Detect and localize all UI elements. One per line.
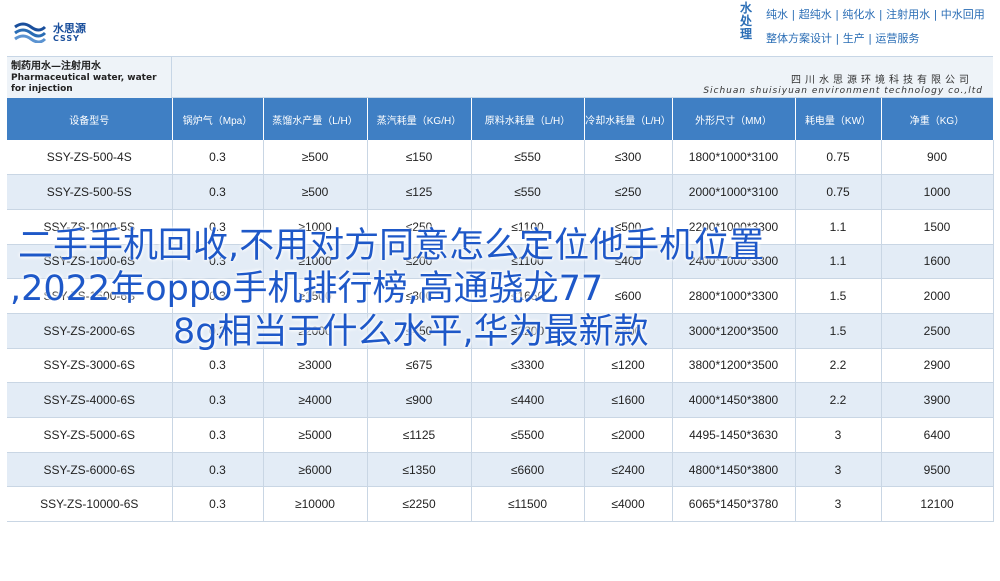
overlay-headline[interactable]: 二手手机回收,不用对方同意怎么定位他手机位置 ,2022年oppo手机排行榜,高… — [10, 225, 990, 354]
services-list: 整体方案设计 | 生产 | 运营服务 — [766, 32, 920, 45]
table-cell: 12100 — [881, 486, 994, 523]
table-cell: ≤550 — [471, 174, 585, 210]
table-cell: ≥5000 — [263, 417, 368, 453]
table-row: SSY-ZS-10000-6S 0.3 ≥10000 ≤2250 ≤11500 ≤4000… — [7, 486, 994, 523]
table-cell: ≤300 — [584, 140, 673, 176]
table-row: SSY-ZS-6000-6S 0.3 ≥6000 ≤1350 ≤6600 ≤2400 480… — [7, 452, 994, 488]
logo-english-name: CSSY — [53, 34, 80, 43]
table-cell: 0.3 — [172, 140, 264, 176]
table-cell: 0.3 — [172, 452, 264, 488]
headline-line-1: 二手手机回收,不用对方同意怎么定位他手机位置 — [18, 226, 765, 266]
table-cell: 0.3 — [172, 486, 264, 523]
table-cell: ≤125 — [367, 174, 472, 210]
column-header: 耗电量（KW） — [795, 98, 882, 140]
column-header: 锅炉气（Mpa） — [172, 98, 264, 140]
company-logo[interactable]: 水思源 CSSY — [13, 17, 93, 47]
company-name-english: Sichuan shuisiyuan environment technolog… — [703, 86, 983, 96]
table-cell: ≤2250 — [367, 486, 472, 523]
table-title: 制药用水—注射用水 Pharmaceutical water, water fo… — [7, 57, 172, 99]
table-row: SSY-ZS-4000-6S 0.3 ≥4000 ≤900 ≤4400 ≤1600 4000… — [7, 382, 994, 418]
water-products-banner: 水处理 纯水 | 超纯水 | 纯化水 | 注射用水 | 中水回用 整体方案设计 … — [740, 1, 985, 52]
table-cell: 0.75 — [795, 140, 882, 176]
table-cell: SSY-ZS-500-5S — [7, 174, 173, 210]
table-title-band: 制药用水—注射用水 Pharmaceutical water, water fo… — [7, 56, 993, 99]
table-cell: 3 — [795, 486, 882, 523]
water-products-list: 纯水 | 超纯水 | 纯化水 | 注射用水 | 中水回用 — [766, 8, 985, 21]
table-cell: 6400 — [881, 417, 994, 453]
table-cell: ≤150 — [367, 140, 472, 176]
table-cell: SSY-ZS-10000-6S — [7, 486, 173, 523]
table-cell: ≤250 — [584, 174, 673, 210]
table-cell: ≤4400 — [471, 382, 585, 418]
table-row: SSY-ZS-500-4S 0.3 ≥500 ≤150 ≤550 ≤300 1800*100… — [7, 140, 994, 176]
table-cell: ≤2400 — [584, 452, 673, 488]
column-header: 净重（KG） — [881, 98, 994, 140]
table-cell: 2000*1000*3100 — [672, 174, 796, 210]
table-title-english: Pharmaceutical water, water for injectio… — [11, 73, 157, 94]
table-header-row: 设备型号 锅炉气（Mpa） 蒸馏水产量（L/H） 蒸汽耗量（KG/H） 原料水耗… — [7, 98, 994, 140]
table-cell: SSY-ZS-6000-6S — [7, 452, 173, 488]
table-cell: 0.75 — [795, 174, 882, 210]
table-cell: SSY-ZS-500-4S — [7, 140, 173, 176]
column-header: 蒸馏水产量（L/H） — [263, 98, 368, 140]
table-cell: ≤4000 — [584, 486, 673, 523]
table-cell: 1800*1000*3100 — [672, 140, 796, 176]
table-cell: SSY-ZS-4000-6S — [7, 382, 173, 418]
table-cell: SSY-ZS-5000-6S — [7, 417, 173, 453]
column-header: 原料水耗量（L/H） — [471, 98, 585, 140]
column-header: 蒸汽耗量（KG/H） — [367, 98, 472, 140]
water-drop-logo-icon — [14, 22, 47, 43]
column-header: 设备型号 — [7, 98, 173, 140]
table-cell: ≤1125 — [367, 417, 472, 453]
table-cell: 0.3 — [172, 417, 264, 453]
table-cell: ≥500 — [263, 174, 368, 210]
table-cell: ≤6600 — [471, 452, 585, 488]
company-name-chinese: 四川水思源环境科技有限公司 — [791, 75, 973, 86]
column-header: 冷却水耗量（L/H） — [584, 98, 673, 140]
headline-line-2: ,2022年oppo手机排行榜,高通骁龙77 — [10, 269, 604, 309]
table-cell: 2.2 — [795, 382, 882, 418]
page-header: 水思源 CSSY 水处理 纯水 | 超纯水 | 纯化水 | 注射用水 | 中水回… — [0, 0, 1000, 56]
column-header: 外形尺寸（MM） — [672, 98, 796, 140]
table-row: SSY-ZS-500-5S 0.3 ≥500 ≤125 ≤550 ≤250 2000*100… — [7, 174, 994, 210]
table-cell: 4000*1450*3800 — [672, 382, 796, 418]
table-cell: ≥6000 — [263, 452, 368, 488]
table-cell: ≤900 — [367, 382, 472, 418]
table-cell: 3 — [795, 417, 882, 453]
table-cell: ≤1350 — [367, 452, 472, 488]
table-cell: 0.3 — [172, 382, 264, 418]
table-cell: ≤1600 — [584, 382, 673, 418]
table-cell: 4800*1450*3800 — [672, 452, 796, 488]
table-cell: 3900 — [881, 382, 994, 418]
table-cell: ≥500 — [263, 140, 368, 176]
table-title-chinese: 制药用水—注射用水 — [11, 61, 101, 72]
table-cell: ≥10000 — [263, 486, 368, 523]
table-cell: ≤5500 — [471, 417, 585, 453]
table-cell: 3 — [795, 452, 882, 488]
table-cell: 6065*1450*3780 — [672, 486, 796, 523]
table-cell: 4495-1450*3630 — [672, 417, 796, 453]
table-cell: 1000 — [881, 174, 994, 210]
table-cell: 9500 — [881, 452, 994, 488]
headline-line-3: 8g相当于什么水平,华为最新款 — [173, 312, 649, 352]
table-cell: ≤550 — [471, 140, 585, 176]
table-cell: ≤2000 — [584, 417, 673, 453]
table-cell: 0.3 — [172, 174, 264, 210]
table-cell: 900 — [881, 140, 994, 176]
table-cell: ≤11500 — [471, 486, 585, 523]
table-cell: ≥4000 — [263, 382, 368, 418]
water-treatment-label: 水处理 — [740, 1, 753, 41]
table-row: SSY-ZS-5000-6S 0.3 ≥5000 ≤1125 ≤5500 ≤2000 449… — [7, 417, 994, 453]
